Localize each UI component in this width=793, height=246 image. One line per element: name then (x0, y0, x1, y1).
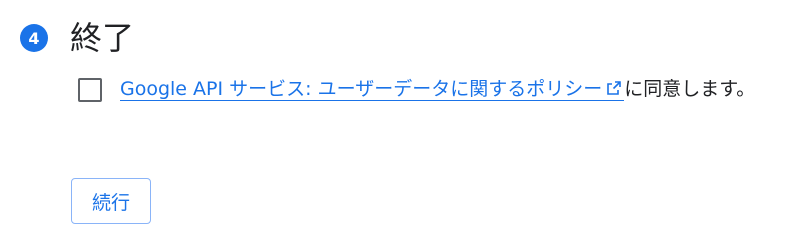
step-title: 終了 (70, 19, 135, 57)
consent-suffix: に同意します。 (624, 78, 756, 100)
consent-step-panel: 4 終了 Google API サービス: ユーザーデータに関するポリシー に同意… (0, 0, 793, 246)
step-number-badge: 4 (20, 24, 48, 52)
continue-button[interactable]: 続行 (71, 178, 151, 224)
step-header: 4 終了 (20, 16, 134, 60)
external-link-icon (607, 81, 622, 95)
policy-link[interactable]: Google API サービス: ユーザーデータに関するポリシー (120, 78, 625, 101)
consent-text: Google API サービス: ユーザーデータに関するポリシー に同意します。 (120, 74, 775, 104)
consent-checkbox[interactable] (78, 78, 102, 102)
consent-row: Google API サービス: ユーザーデータに関するポリシー に同意します。 (78, 74, 778, 104)
policy-link-label: Google API サービス: ユーザーデータに関するポリシー (120, 78, 603, 100)
